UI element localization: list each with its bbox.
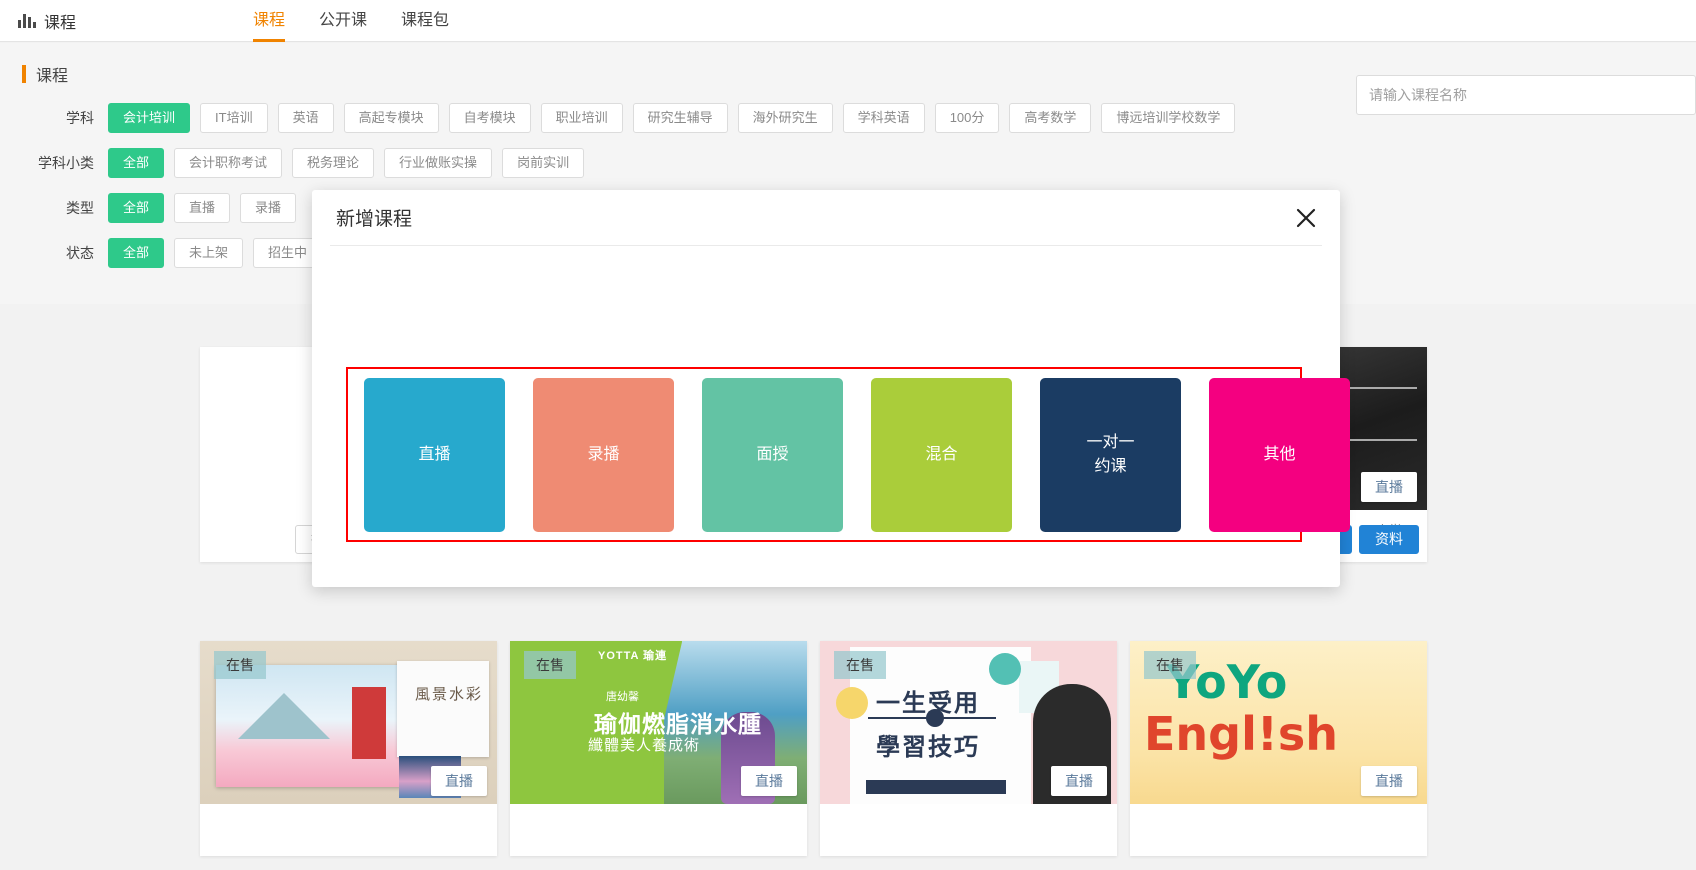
filter-row-subcategory: 学科小类 全部 会计职称考试 税务理论 行业做账实操 岗前实训	[0, 148, 1696, 193]
modal-title: 新增课程	[336, 209, 413, 230]
status-badge: 在售	[834, 651, 886, 679]
chip-type-0[interactable]: 全部	[108, 193, 165, 223]
course-card-body	[510, 804, 807, 856]
course-thumbnail: 一生受用 學習技巧 在售 直播	[820, 641, 1117, 804]
artwork-author: 唐幼馨	[606, 691, 639, 703]
course-management-page: 课程 课程 公开课 课程包 课程 学科 会计培训 IT培训 英语	[0, 0, 1696, 870]
chip-subcategory-0[interactable]: 全部	[108, 148, 165, 178]
chip-subcategory-2[interactable]: 税务理论	[292, 148, 375, 178]
chip-subject-3[interactable]: 高起专模块	[343, 103, 439, 133]
course-type-badge: 直播	[1361, 766, 1417, 796]
course-card[interactable]: YOTTA 瑜連 唐幼馨 瑜伽燃脂消水腫 纖體美人養成術 在售 直播	[510, 641, 807, 856]
course-type-one-on-one[interactable]: 一对一 约课	[1040, 377, 1181, 532]
course-thumbnail: YoYo Engl!sh 在售 直播	[1130, 641, 1427, 804]
tab-public-courses[interactable]: 公开课	[302, 0, 384, 42]
course-type-badge: 直播	[1051, 766, 1107, 796]
modal-body: 直播 录播 面授 混合 一对一 约课 其他	[312, 246, 1350, 586]
course-type-in-person[interactable]: 面授	[702, 377, 843, 532]
course-type-tiles: 直播 录播 面授 混合 一对一 约课 其他	[364, 377, 1350, 532]
status-badge: 在售	[524, 651, 576, 679]
course-thumbnail: YOTTA 瑜連 唐幼馨 瑜伽燃脂消水腫 纖體美人養成術 在售 直播	[510, 641, 807, 804]
chip-subcategory-1[interactable]: 会计职称考试	[174, 148, 283, 178]
chip-subject-0[interactable]: 会计培训	[108, 103, 191, 133]
material-button[interactable]: 资料	[1359, 525, 1419, 554]
chip-type-2[interactable]: 录播	[240, 193, 297, 223]
close-icon[interactable]	[1292, 204, 1320, 232]
chip-subcategory-4[interactable]: 岗前实训	[502, 148, 585, 178]
course-type-recorded[interactable]: 录播	[533, 377, 674, 532]
chip-subject-2[interactable]: 英语	[277, 103, 334, 133]
brand: 课程	[18, 9, 76, 33]
course-card-body	[1130, 804, 1427, 856]
chip-subject-8[interactable]: 学科英语	[842, 103, 925, 133]
filter-row-subject: 学科 会计培训 IT培训 英语 高起专模块 自考模块 职业培训 研究生辅导 海外…	[0, 103, 1696, 148]
course-type-picker: 直播 录播 面授 混合 一对一 约课 其他	[346, 367, 1350, 542]
chip-status-1[interactable]: 未上架	[174, 238, 244, 268]
artwork-line2: 學習技巧	[876, 734, 980, 761]
course-card-body	[820, 804, 1117, 856]
chip-subcategory-3[interactable]: 行业做账实操	[384, 148, 493, 178]
filter-label-status: 状态	[66, 245, 94, 261]
course-card[interactable]: 一生受用 學習技巧 在售 直播	[820, 641, 1117, 856]
chip-group-subcategory: 全部 会计职称考试 税务理论 行业做账实操 岗前实训	[108, 148, 585, 178]
course-type-badge: 直播	[431, 766, 487, 796]
page-title-row: 课程	[0, 59, 1696, 115]
course-type-live[interactable]: 直播	[364, 377, 505, 532]
chip-subject-11[interactable]: 博远培训学校数学	[1101, 103, 1236, 133]
artwork-logo: YOTTA 瑜連	[598, 650, 668, 662]
chip-status-0[interactable]: 全部	[108, 238, 165, 268]
chip-subject-6[interactable]: 研究生辅导	[632, 103, 728, 133]
card-row-2: 風景水彩 在售 直播 YOTTA 瑜連 唐幼馨 瑜伽燃脂消水腫 纖體美人養成術 …	[200, 641, 1427, 856]
course-card-body	[200, 804, 497, 856]
tab-course-packages[interactable]: 课程包	[384, 0, 466, 42]
page-title: 课程	[22, 62, 68, 86]
chip-group-subject: 会计培训 IT培训 英语 高起专模块 自考模块 职业培训 研究生辅导 海外研究生…	[108, 103, 1236, 133]
course-type-badge: 直播	[741, 766, 797, 796]
chip-type-1[interactable]: 直播	[174, 193, 231, 223]
nav-tabs: 课程 公开课 课程包	[236, 0, 466, 42]
chip-subject-5[interactable]: 职业培训	[540, 103, 623, 133]
bar-chart-icon	[18, 13, 36, 28]
course-card[interactable]: YoYo Engl!sh 在售 直播	[1130, 641, 1427, 856]
status-badge: 在售	[1144, 651, 1196, 679]
course-type-hybrid[interactable]: 混合	[871, 377, 1012, 532]
course-type-other[interactable]: 其他	[1209, 377, 1350, 532]
artwork-subtitle: 纖體美人養成術	[588, 737, 701, 754]
brand-label: 课程	[44, 14, 77, 32]
add-course-modal: 新增课程 直播 录播 面授 混合 一对一 约课 其他	[312, 190, 1350, 587]
chip-group-status: 全部 未上架 招生中	[108, 238, 323, 268]
status-badge: 在售	[214, 651, 266, 679]
title-accent-bar	[22, 65, 26, 83]
course-type-badge: 直播	[1361, 472, 1417, 502]
artwork-title: 風景水彩	[414, 686, 483, 703]
tab-courses[interactable]: 课程	[236, 0, 302, 42]
chip-group-type: 全部 直播 录播	[108, 193, 297, 223]
filter-label-type: 类型	[66, 200, 94, 216]
chip-subject-10[interactable]: 高考数学	[1009, 103, 1092, 133]
top-navigation-bar: 课程 课程 公开课 课程包	[0, 0, 1696, 42]
chip-subject-9[interactable]: 100分	[934, 103, 1000, 133]
filter-label-subject: 学科	[66, 110, 94, 126]
course-thumbnail: 風景水彩 在售 直播	[200, 641, 497, 804]
course-card[interactable]: 風景水彩 在售 直播	[200, 641, 497, 856]
artwork-line2: Engl!sh	[1144, 707, 1338, 761]
modal-header: 新增课程	[330, 190, 1322, 246]
chip-subject-1[interactable]: IT培训	[200, 103, 268, 133]
chip-subject-7[interactable]: 海外研究生	[737, 103, 833, 133]
page-title-text: 课程	[36, 68, 69, 85]
filter-label-subcategory: 学科小类	[38, 155, 94, 171]
chip-subject-4[interactable]: 自考模块	[448, 103, 531, 133]
